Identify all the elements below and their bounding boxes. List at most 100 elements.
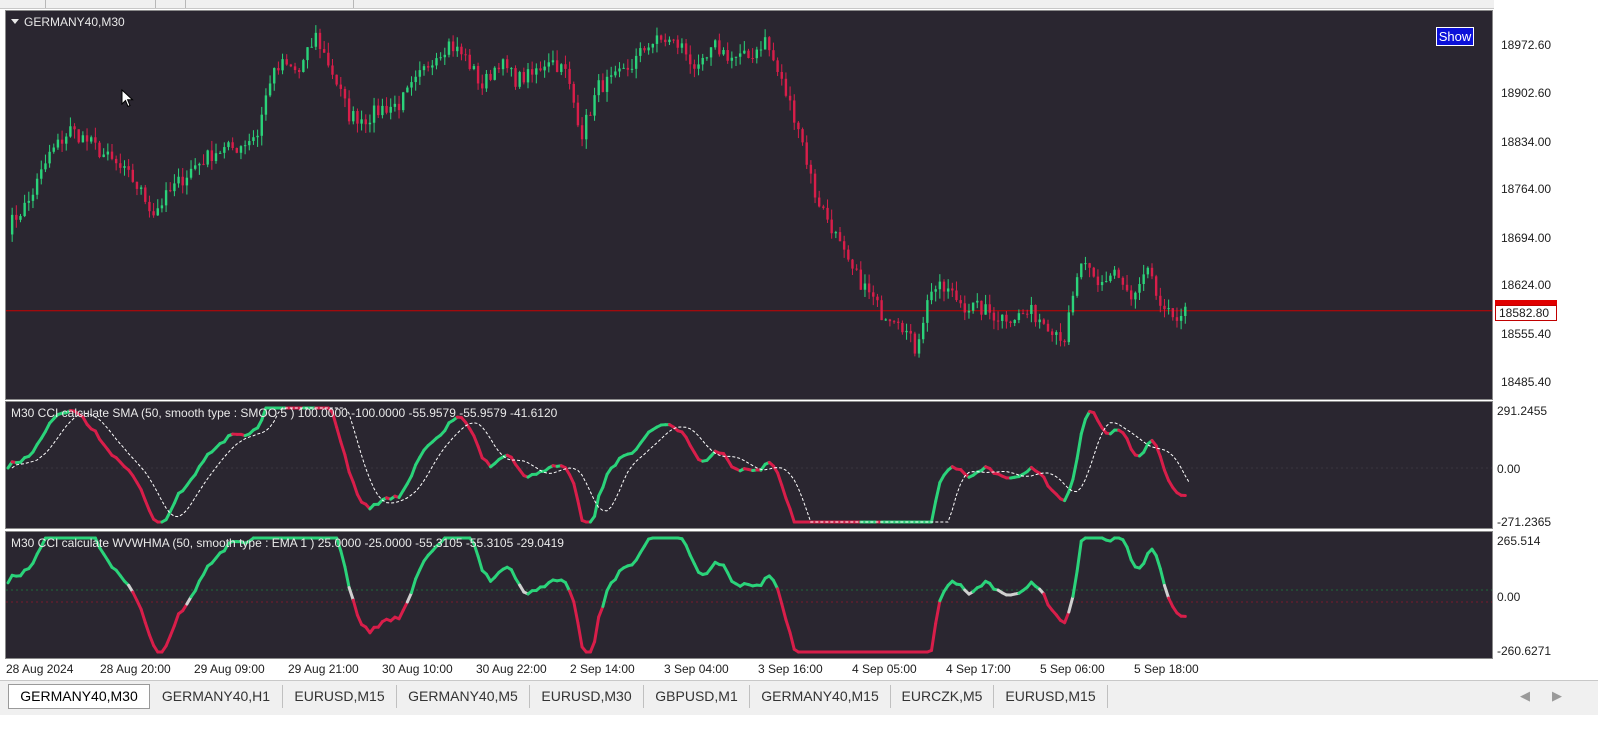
candle-body <box>35 178 39 195</box>
candle-body <box>1009 321 1012 324</box>
tab-germany40-m30[interactable]: GERMANY40,M30 <box>8 684 150 709</box>
tab-germany40-m5[interactable]: GERMANY40,M5 <box>397 685 530 708</box>
tab-scroll-right-icon[interactable]: ▶ <box>1552 688 1562 704</box>
candle <box>560 63 563 76</box>
candle <box>946 279 950 299</box>
candle-body <box>77 129 80 143</box>
candle <box>501 58 505 76</box>
candle <box>955 281 958 302</box>
indicator-segment <box>1154 553 1162 571</box>
candle-body <box>485 73 488 89</box>
cci-sma-scale-label: 291.2455 <box>1497 404 1548 418</box>
candle <box>1017 309 1021 324</box>
candle-body <box>98 142 101 158</box>
candle-body <box>1013 319 1016 324</box>
tab-scroll-left-icon[interactable]: ◀ <box>1520 688 1530 704</box>
tab-gbpusd-m1[interactable]: GBPUSD,M1 <box>644 685 750 708</box>
candle <box>826 199 829 223</box>
candle-body <box>560 64 563 72</box>
candle <box>763 29 767 50</box>
cci-wvwhma-indicator-pane[interactable]: M30 CCI calculate WVWHMA (50, smooth typ… <box>5 531 1493 659</box>
candle-body <box>905 330 908 333</box>
candle <box>830 209 833 239</box>
candle <box>260 106 263 146</box>
tab-germany40-m15[interactable]: GERMANY40,M15 <box>750 685 891 708</box>
collapse-triangle-icon[interactable] <box>11 19 19 24</box>
candle <box>759 41 763 57</box>
candle-body <box>1125 284 1129 291</box>
candle <box>647 43 650 55</box>
candle <box>94 127 97 150</box>
candle <box>701 53 704 71</box>
candle-body <box>260 114 263 136</box>
candle-body <box>227 142 230 148</box>
chart-symbol-title[interactable]: GERMANY40,M30 <box>11 15 125 29</box>
indicator-segment <box>1125 437 1133 451</box>
candle <box>506 55 509 73</box>
tab-eurusd-m30[interactable]: EURUSD,M30 <box>530 685 644 708</box>
candle-body <box>318 32 322 50</box>
candle-body <box>1092 267 1095 277</box>
time-label: 3 Sep 04:00 <box>664 662 729 676</box>
candle-body <box>959 300 962 304</box>
candle <box>714 39 717 50</box>
tab-eurusd-m15-2[interactable]: EURUSD,M15 <box>994 685 1108 708</box>
candle <box>302 58 305 73</box>
indicator-segment <box>1075 432 1083 460</box>
candle <box>684 39 688 61</box>
candle-body <box>235 148 238 153</box>
candle <box>880 295 883 321</box>
price-label: 18834.00 <box>1501 135 1552 149</box>
candle <box>743 41 746 55</box>
candle-body <box>1034 304 1037 323</box>
candle-body <box>281 59 284 71</box>
candle <box>85 128 89 151</box>
candle <box>285 54 288 66</box>
candle <box>1021 309 1025 315</box>
candle <box>913 331 917 357</box>
candle <box>984 294 987 315</box>
candle-body <box>144 187 147 202</box>
tab-eurczk-m5[interactable]: EURCZK,M5 <box>891 685 994 708</box>
indicator-segment <box>1042 592 1050 607</box>
candle <box>327 42 330 68</box>
candle <box>622 63 625 69</box>
candle-body <box>809 164 813 174</box>
candle-body <box>1038 319 1041 323</box>
candle <box>996 311 1000 331</box>
indicator-segment <box>784 496 792 511</box>
indicator-segment <box>339 440 347 457</box>
candle-body <box>1030 304 1033 314</box>
candle <box>476 62 480 90</box>
candle-body <box>310 46 313 48</box>
show-button[interactable]: Show <box>1436 27 1474 46</box>
candle-body <box>543 66 546 71</box>
candle-body <box>514 68 517 87</box>
candle-body <box>984 304 987 315</box>
candle <box>1075 273 1079 298</box>
candle-body <box>23 202 26 217</box>
cci-wvwhma-plot <box>6 536 1492 654</box>
tab-germany40-h1[interactable]: GERMANY40,H1 <box>150 685 283 708</box>
candle-body <box>27 200 30 203</box>
candle-body <box>1142 274 1145 285</box>
candle <box>314 25 318 50</box>
candle-body <box>314 32 318 47</box>
main-chart-pane[interactable]: GERMANY40,M30 Show <box>5 10 1493 400</box>
tab-eurusd-m15[interactable]: EURUSD,M15 <box>283 685 397 708</box>
candle-body <box>468 54 471 70</box>
candle-body <box>834 232 838 234</box>
cci-sma-indicator-pane[interactable]: M30 CCI calculate SMA (50, smooth type :… <box>5 401 1493 529</box>
candle <box>1142 264 1145 291</box>
candle-body <box>447 41 451 55</box>
indicator-segment <box>355 613 364 627</box>
candle <box>1138 277 1141 300</box>
candle-body <box>127 166 130 170</box>
indicator-segment <box>601 472 609 489</box>
candle <box>634 48 638 79</box>
candle-body <box>414 76 417 83</box>
candle-body <box>231 142 234 149</box>
indicator-segment <box>143 498 151 513</box>
candle <box>139 185 143 195</box>
candle-body <box>352 111 355 122</box>
